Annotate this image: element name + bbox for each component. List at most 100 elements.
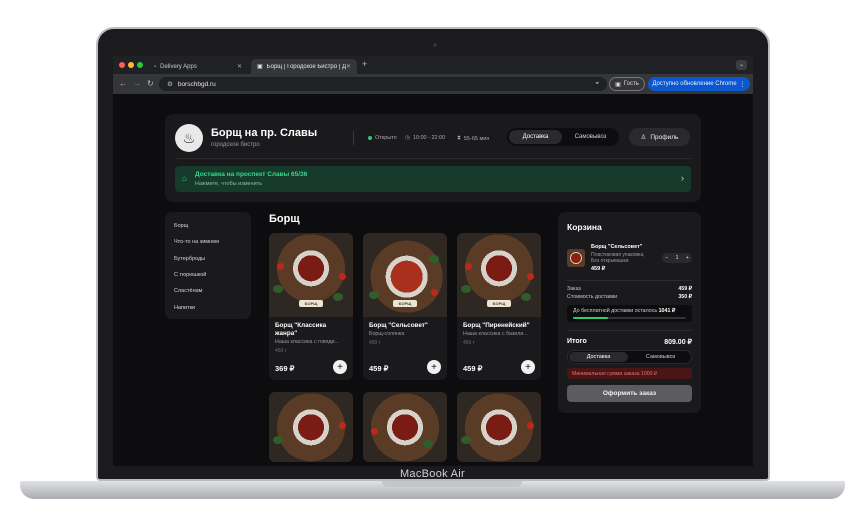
menu-dots-icon: ⋮ (739, 81, 746, 88)
product-name: Борщ "Классика жанра" (275, 322, 327, 337)
mode-delivery[interactable]: Доставка (509, 130, 562, 144)
url-text: borschbgd.ru (177, 80, 216, 88)
section-title: Борщ (269, 213, 300, 225)
hourglass-icon: ⧗ (457, 135, 461, 141)
product-price: 369 ₽ (275, 364, 295, 373)
update-label: Доступно обновление Chrome (652, 81, 737, 87)
delivery-hint: Нажмите, чтобы изменить (195, 181, 263, 187)
quantity-stepper: − 1 + (662, 253, 692, 263)
sidebar-item-sweets[interactable]: Сластёнам (165, 283, 251, 299)
product-weight: 450 г (369, 340, 381, 346)
free-delivery-label: До бесплатной доставки осталось (573, 308, 658, 314)
sidebar-item-sandwiches[interactable]: Бутерброды (165, 251, 251, 267)
product-card[interactable]: БОРЩ Борщ "Сельсовет" Борщ-солянка 450 г… (363, 233, 447, 380)
delivery-cost-value: 350 ₽ (678, 294, 692, 300)
total-value: 809.00 ₽ (664, 339, 692, 346)
add-to-cart-button[interactable]: + (521, 360, 535, 374)
close-window-icon[interactable] (119, 62, 125, 68)
profile-button[interactable]: ♙ Профиль (629, 128, 690, 146)
zoom-window-icon[interactable] (137, 62, 143, 68)
sidebar-item-drinks[interactable]: Напитки (165, 299, 251, 315)
cart-mode-pickup[interactable]: Самовывоз (631, 352, 690, 362)
tab-close-icon[interactable]: ✕ (237, 63, 242, 70)
plus-icon[interactable]: + (686, 255, 689, 261)
product-card[interactable] (363, 392, 447, 462)
new-tab-icon[interactable]: + (362, 59, 367, 69)
back-icon[interactable]: ← (119, 79, 127, 88)
product-card[interactable]: БОРЩ Борщ "Классика жанра" Наша классика… (269, 233, 353, 380)
checkout-button[interactable]: Оформить заказ (567, 385, 692, 402)
photo-tag: БОРЩ (487, 300, 511, 307)
subtotal-value: 459 ₽ (678, 286, 692, 292)
product-name: Борщ "Сельсовет" (369, 322, 428, 329)
sidebar-item-borsch[interactable]: Борщ (165, 218, 251, 234)
forward-icon[interactable]: → (133, 79, 141, 88)
restaurant-logo[interactable]: ♨ (175, 124, 203, 152)
free-delivery-progress: До бесплатной доставки осталось 1041 ₽ (567, 305, 692, 322)
user-icon: ♙ (640, 134, 647, 141)
status-dot-icon (368, 136, 372, 140)
order-mode-toggle: Доставка Самовывоз (507, 128, 619, 146)
guest-icon: ▣ (615, 81, 621, 88)
chevron-right-icon: › (681, 173, 684, 183)
cart-total: Итого 809.00 ₽ (567, 338, 692, 346)
header-divider (175, 158, 691, 159)
site-info-icon[interactable]: ⚙ (167, 80, 173, 88)
tab-close-icon[interactable]: ✕ (346, 63, 351, 70)
product-price: 459 ₽ (369, 364, 389, 373)
address-bar[interactable]: ⚙ borschbgd.ru ⌖ (159, 77, 607, 91)
guest-profile-button[interactable]: ▣ Гость (609, 77, 645, 91)
cart-item-price: 459 ₽ (591, 266, 606, 272)
product-photo: БОРЩ (457, 233, 541, 317)
free-delivery-remaining: 1041 ₽ (658, 308, 676, 314)
home-icon: ⌂ (182, 174, 187, 183)
clock-icon: ◷ (405, 135, 410, 141)
location-icon[interactable]: ⌖ (595, 80, 599, 88)
product-name: Борщ "Пиренейский" (463, 322, 530, 329)
product-card[interactable] (457, 392, 541, 462)
delivery-eta: ⧗ 55-65 мин (457, 135, 489, 142)
sidebar-item-winter[interactable]: Что-то на зимнем (165, 234, 251, 250)
progress-fill (573, 317, 609, 319)
cart-panel: Корзина Борщ "Сельсовет" Пластиковая упа… (558, 212, 701, 413)
delivery-address-bar[interactable]: ⌂ Доставка на проспект Славы 65/36 Нажми… (175, 166, 691, 192)
chrome-update-button[interactable]: Доступно обновление Chrome ⋮ (648, 77, 750, 91)
tab-favicon-icon: ▣ (257, 64, 263, 70)
open-status: Открыто (368, 135, 397, 141)
cart-title: Корзина (567, 222, 602, 232)
tab-borsch[interactable]: ▣ Борщ | Городское Бистро | Д ✕ (251, 59, 357, 74)
order-subtotal: Заказ 459 ₽ (567, 286, 692, 292)
product-photo (457, 392, 541, 462)
product-card[interactable] (269, 392, 353, 462)
minimize-window-icon[interactable] (128, 62, 134, 68)
product-photo: БОРЩ (363, 233, 447, 317)
tab-title: Борщ | Городское Бистро | Д (266, 63, 347, 70)
sidebar-item-tyuryushka[interactable]: С тюрюшкой (165, 267, 251, 283)
cart-mode-toggle: Доставка Самовывоз (567, 350, 692, 364)
subtotal-label: Заказ (567, 286, 581, 292)
add-to-cart-button[interactable]: + (333, 360, 347, 374)
cart-divider (567, 280, 692, 281)
product-card[interactable]: БОРЩ Борщ "Пиренейский" Наша классика с … (457, 233, 541, 380)
laptop-base (20, 481, 845, 499)
device-label: MacBook Air (399, 468, 466, 480)
photo-tag: БОРЩ (299, 300, 323, 307)
min-order-warning: Минимальная сумма заказа 1000 ₽ (567, 368, 692, 379)
camera-dot (433, 43, 437, 47)
quantity-value: 1 (675, 255, 679, 261)
base-notch (382, 481, 522, 487)
product-price: 459 ₽ (463, 364, 483, 373)
product-desc: Наша классика с говяди... (275, 339, 339, 345)
mode-pickup[interactable]: Самовывоз (564, 130, 617, 144)
category-sidebar: Борщ Что-то на зимнем Бутерброды С тюрюш… (165, 212, 251, 319)
tab-delivery-apps[interactable]: ▪ Delivery Apps ✕ (148, 59, 248, 74)
product-weight: 450 г (275, 348, 287, 354)
add-to-cart-button[interactable]: + (427, 360, 441, 374)
product-photo (269, 392, 353, 462)
reload-icon[interactable]: ↻ (147, 79, 154, 88)
product-photo: БОРЩ (269, 233, 353, 317)
tab-search-icon[interactable]: ⌄ (736, 60, 747, 70)
minus-icon[interactable]: − (665, 255, 668, 261)
profile-label: Профиль (650, 133, 679, 141)
cart-mode-delivery[interactable]: Доставка (569, 352, 628, 362)
